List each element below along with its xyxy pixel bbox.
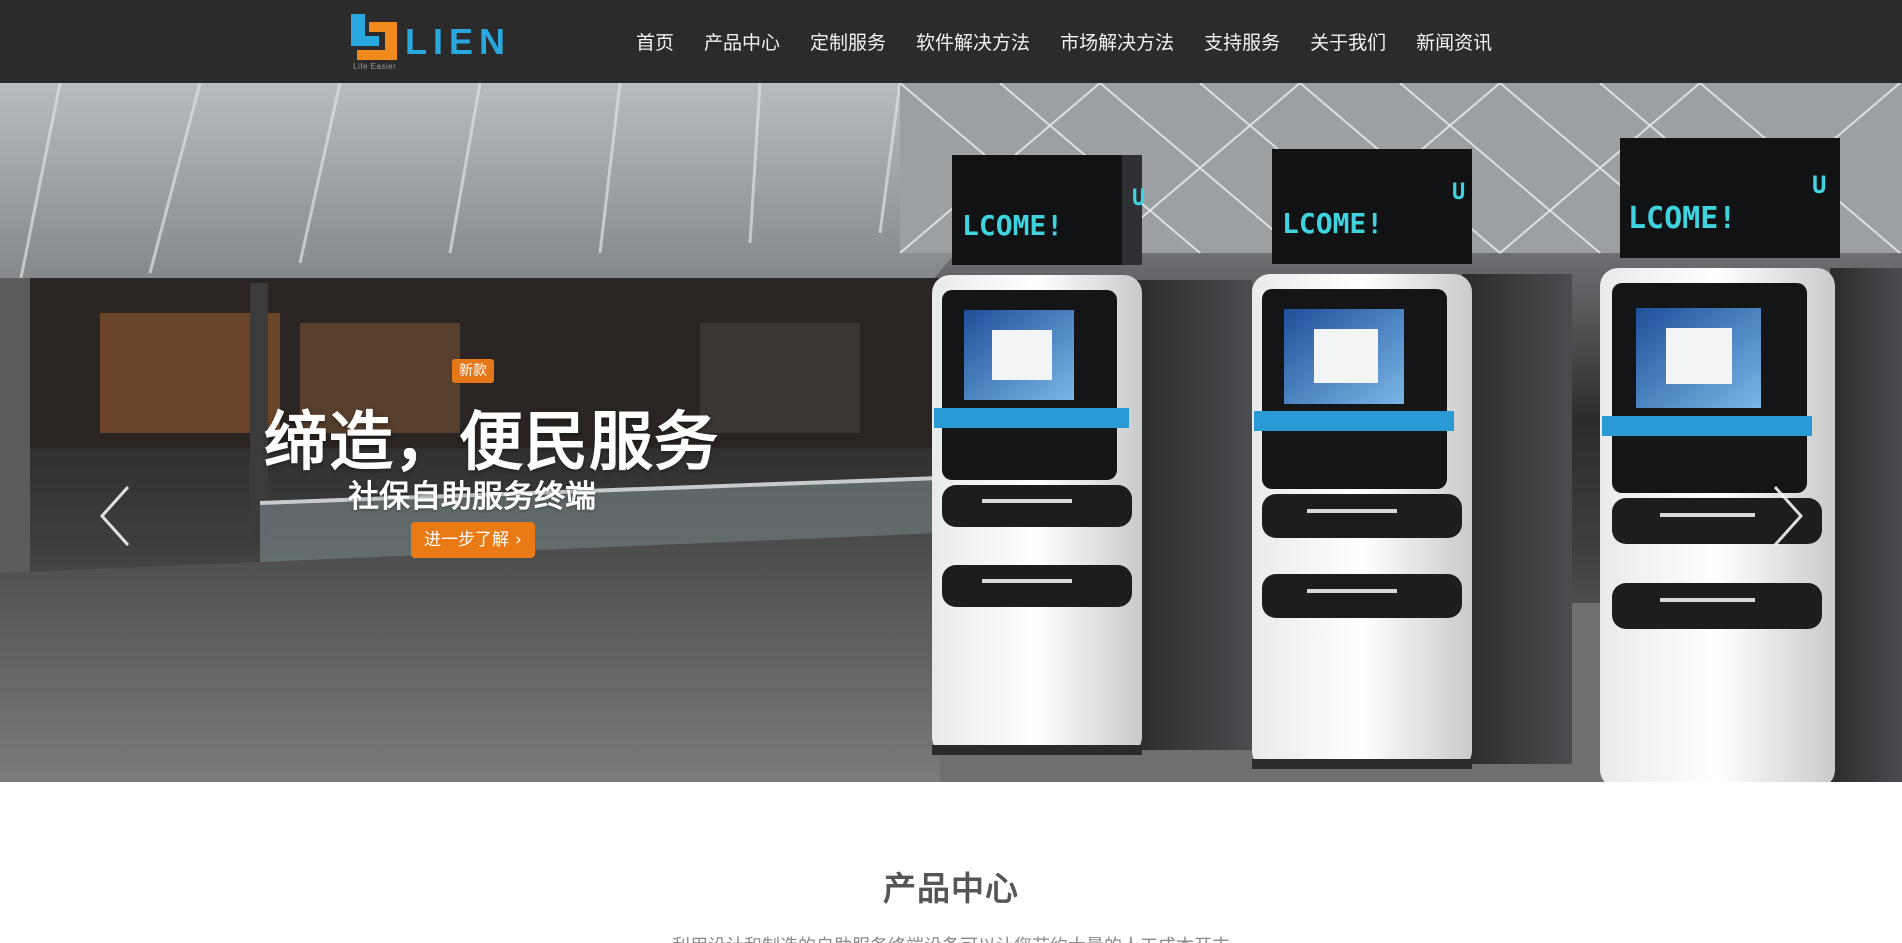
new-badge: 新款 bbox=[452, 359, 494, 383]
nav-item-market-solutions[interactable]: 市场解决方法 bbox=[1060, 28, 1174, 55]
hero-subtitle: 社保自助服务终端 bbox=[348, 479, 596, 515]
site-header: LIEN Life Easier 首页 产品中心 定制服务 软件解决方法 市场解… bbox=[0, 0, 1902, 83]
kiosk-1-screen-text: LCOME! bbox=[962, 209, 1063, 242]
kiosk-2-screen-text: LCOME! bbox=[1282, 207, 1383, 240]
nav-item-products[interactable]: 产品中心 bbox=[704, 28, 780, 55]
nav-item-about-us[interactable]: 关于我们 bbox=[1310, 28, 1386, 55]
kiosk-3-side-char: U bbox=[1812, 171, 1826, 199]
logo-tagline: Life Easier bbox=[353, 62, 397, 71]
learn-more-button[interactable]: 进一步了解 › bbox=[411, 522, 535, 558]
kiosk-1-side-char: U bbox=[1132, 186, 1145, 211]
nav-item-software-solutions[interactable]: 软件解决方法 bbox=[916, 28, 1030, 55]
hero-title: 缔造，便民服务 bbox=[264, 406, 719, 480]
section-title: 产品中心 bbox=[883, 869, 1019, 908]
site-logo[interactable]: LIEN Life Easier bbox=[351, 14, 511, 74]
chevron-right-icon: › bbox=[515, 530, 522, 550]
logo-wordmark: LIEN bbox=[405, 21, 512, 62]
kiosk-3-screen-text: LCOME! bbox=[1628, 201, 1736, 236]
nav-item-news[interactable]: 新闻资讯 bbox=[1416, 28, 1492, 55]
nav-item-support[interactable]: 支持服务 bbox=[1204, 28, 1280, 55]
logo-mark-icon bbox=[351, 14, 397, 60]
main-nav: 首页 产品中心 定制服务 软件解决方法 市场解决方法 支持服务 关于我们 新闻资… bbox=[636, 0, 1492, 83]
section-description: 利用设计和制造的自助服务终端设备可以让您节约大量的人工成本开支 bbox=[0, 932, 1902, 943]
learn-more-label: 进一步了解 bbox=[424, 530, 509, 550]
hero-carousel: LCOME! U LCOME! U LCOME! U 新款 缔造，便民服务 社保… bbox=[0, 83, 1902, 782]
carousel-prev-arrow-icon[interactable] bbox=[96, 483, 136, 549]
kiosk-2-side-char: U bbox=[1452, 180, 1465, 205]
nav-item-home[interactable]: 首页 bbox=[636, 28, 674, 55]
nav-item-custom-service[interactable]: 定制服务 bbox=[810, 28, 886, 55]
carousel-next-arrow-icon[interactable] bbox=[1767, 483, 1807, 549]
